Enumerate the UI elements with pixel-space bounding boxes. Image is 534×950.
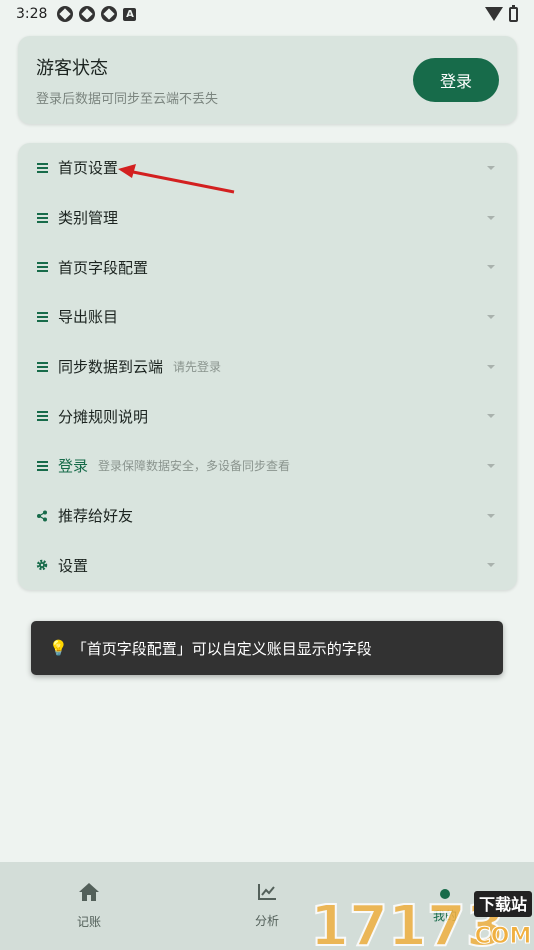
list-icon — [36, 261, 48, 273]
guest-status-card: 游客状态 登录后数据可同步至云端不丢失 登录 — [18, 36, 517, 124]
menu-item-sync-cloud[interactable]: 同步数据到云端 请先登录 — [18, 342, 517, 392]
menu-item-hint: 请先登录 — [173, 360, 222, 375]
menu-item-label: 首页字段配置 — [58, 258, 149, 277]
nav-label: 分析 — [254, 914, 279, 928]
system-icons — [485, 4, 518, 22]
chevron-down-icon — [487, 314, 495, 319]
guest-title: 游客状态 — [36, 57, 108, 79]
nav-label: 记账 — [76, 915, 101, 929]
menu-item-label: 设置 — [58, 556, 89, 575]
chevron-down-icon — [487, 165, 495, 170]
nav-item-mine[interactable]: 我的 — [356, 862, 534, 950]
share-icon — [36, 510, 48, 522]
menu-item-label: 分摊规则说明 — [58, 407, 149, 426]
menu-item-settings[interactable]: 设置 — [18, 541, 517, 591]
profile-icon — [440, 888, 450, 899]
guest-text: 游客状态 登录后数据可同步至云端不丢失 — [36, 54, 413, 107]
chevron-down-icon — [487, 563, 495, 568]
list-icon — [36, 162, 48, 174]
list-icon — [36, 311, 48, 323]
tip-toast: 💡 「首页字段配置」可以自定义账目显示的字段 — [31, 621, 503, 675]
wifi-icon — [485, 7, 503, 21]
status-time: 3:28 — [16, 6, 48, 22]
menu-item-recommend[interactable]: 推荐给好友 — [18, 491, 517, 541]
menu-item-label: 推荐给好友 — [58, 507, 134, 526]
settings-menu: 首页设置 类别管理 首页字段配置 导出账目 同步数据到云端 请先登录 分摊规则说… — [18, 143, 517, 590]
lightbulb-icon: 💡 — [49, 639, 68, 657]
list-icon — [36, 410, 48, 422]
nav-item-analysis[interactable]: 分析 — [178, 862, 356, 950]
chevron-down-icon — [487, 513, 495, 518]
menu-item-home-settings[interactable]: 首页设置 — [18, 143, 517, 193]
nav-item-bookkeeping[interactable]: 记账 — [0, 862, 178, 950]
notification-icons: A — [57, 6, 137, 22]
bottom-nav: 记账 分析 我的 — [0, 862, 534, 950]
menu-item-export-accounts[interactable]: 导出账目 — [18, 292, 517, 342]
menu-item-hint: 登录保障数据安全，多设备同步查看 — [98, 459, 291, 474]
nav-label: 我的 — [432, 908, 457, 923]
app-notification-icon — [57, 6, 74, 22]
menu-item-label: 类别管理 — [58, 209, 119, 228]
toast-text: 「首页字段配置」可以自定义账目显示的字段 — [71, 639, 372, 658]
chevron-down-icon — [487, 414, 495, 419]
status-bar: 3:28 A — [0, 0, 534, 28]
chevron-down-icon — [487, 463, 495, 468]
chevron-down-icon — [487, 215, 495, 220]
list-icon — [36, 361, 48, 373]
gear-icon — [36, 559, 48, 571]
app-notification-icon — [79, 6, 96, 22]
a-app-icon: A — [123, 7, 137, 21]
login-button[interactable]: 登录 — [413, 58, 499, 102]
app-notification-icon — [101, 6, 118, 22]
menu-item-login[interactable]: 登录 登录保障数据安全，多设备同步查看 — [18, 441, 517, 491]
home-icon — [78, 882, 100, 905]
menu-item-label: 首页设置 — [58, 159, 119, 178]
menu-item-home-field-config[interactable]: 首页字段配置 — [18, 242, 517, 292]
menu-item-label: 登录 — [58, 457, 89, 476]
chart-icon — [257, 883, 277, 904]
menu-item-split-rules[interactable]: 分摊规则说明 — [18, 391, 517, 441]
list-icon — [36, 212, 48, 224]
menu-item-label: 同步数据到云端 — [58, 358, 164, 377]
menu-item-label: 导出账目 — [58, 308, 119, 327]
guest-subtitle: 登录后数据可同步至云端不丢失 — [36, 91, 219, 107]
battery-icon — [509, 4, 518, 22]
chevron-down-icon — [487, 364, 495, 369]
menu-item-category-management[interactable]: 类别管理 — [18, 193, 517, 243]
chevron-down-icon — [487, 265, 495, 270]
list-icon — [36, 460, 48, 472]
